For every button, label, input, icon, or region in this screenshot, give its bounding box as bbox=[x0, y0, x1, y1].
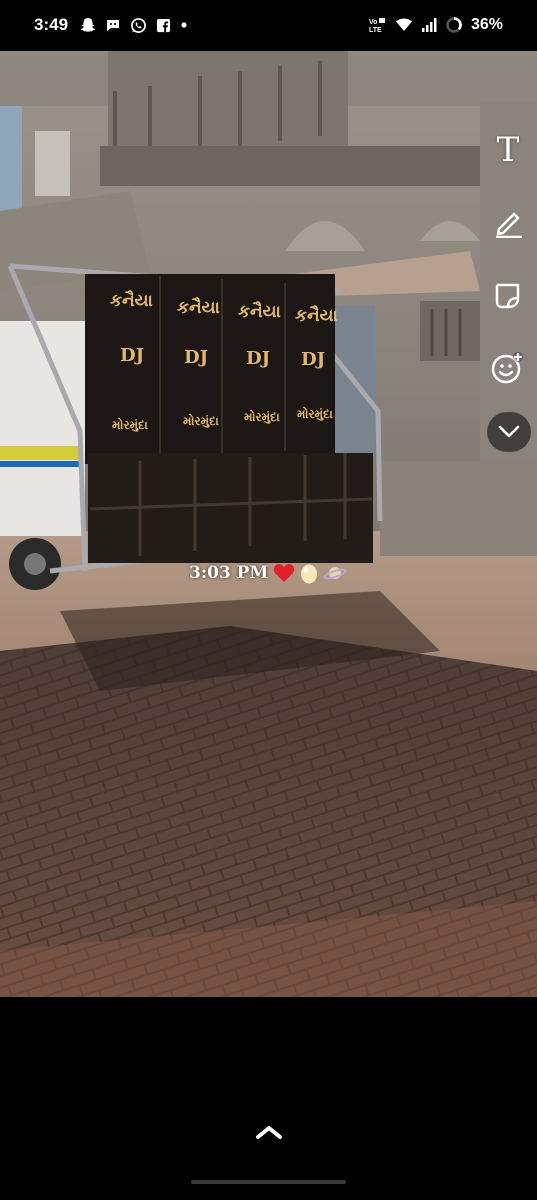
egg-emoji bbox=[300, 562, 318, 584]
facebook-icon bbox=[156, 18, 171, 33]
notification-icons bbox=[80, 17, 188, 34]
chevron-up-icon bbox=[253, 1122, 285, 1142]
photo-scene: કનૈયા કનૈયા કનૈયા કનૈયા DJ DJ DJ DJ મોરમ… bbox=[0, 51, 537, 997]
pencil-icon bbox=[492, 206, 524, 238]
sticker-tool-button[interactable] bbox=[488, 276, 528, 316]
bottom-bar bbox=[0, 997, 537, 1200]
heart-emoji bbox=[273, 563, 295, 583]
speaker-brand-1: કનૈયા bbox=[110, 289, 153, 311]
battery-ring-icon bbox=[445, 16, 463, 34]
whatsapp-icon bbox=[130, 17, 147, 34]
speaker-brand-2: કનૈયા bbox=[177, 296, 220, 318]
chevron-down-icon bbox=[498, 425, 520, 439]
speaker-brand-3: કનૈયા bbox=[238, 300, 281, 322]
story-photo[interactable]: કનૈયા કનૈયા કનૈયા કનૈયા DJ DJ DJ DJ મોરમ… bbox=[0, 51, 537, 997]
chat-icon bbox=[105, 17, 121, 33]
pencil-tool-button[interactable] bbox=[488, 202, 528, 242]
snapchat-icon bbox=[80, 17, 96, 33]
speaker-dj-1: DJ bbox=[120, 345, 144, 366]
planet-emoji bbox=[323, 564, 347, 582]
volte-icon: Vo LTE bbox=[369, 16, 387, 34]
emoji-tool-button[interactable] bbox=[487, 348, 527, 388]
text-tool-icon: T bbox=[496, 130, 520, 170]
text-tool-button[interactable]: T bbox=[488, 130, 528, 170]
speaker-location-1: મોરમુંદા bbox=[112, 417, 148, 433]
more-tools-button[interactable] bbox=[487, 412, 531, 452]
speaker-dj-4: DJ bbox=[301, 349, 325, 370]
battery-percent: 36% bbox=[470, 16, 503, 33]
sticker-icon bbox=[492, 280, 524, 312]
signal-icon bbox=[421, 17, 437, 33]
system-status: Vo LTE 36% bbox=[369, 16, 503, 34]
dot-icon bbox=[180, 21, 188, 29]
speaker-location-2: મોરમુંદા bbox=[183, 413, 219, 429]
time-sticker[interactable]: 3:03 PM bbox=[189, 562, 347, 584]
speaker-dj-2: DJ bbox=[184, 347, 208, 368]
status-time: 3:49 bbox=[34, 15, 69, 34]
svg-text:LTE: LTE bbox=[369, 27, 382, 34]
swipe-up-button[interactable] bbox=[253, 1122, 285, 1142]
speaker-location-3: મોરમુંદા bbox=[244, 409, 280, 425]
svg-text:Vo: Vo bbox=[369, 19, 377, 26]
sticker-time-text: 3:03 PM bbox=[189, 563, 269, 583]
speaker-brand-4: કનૈયા bbox=[295, 304, 338, 326]
home-indicator[interactable] bbox=[191, 1180, 346, 1184]
emoji-plus-icon bbox=[490, 351, 524, 385]
wifi-icon bbox=[395, 17, 413, 33]
status-bar: 3:49 Vo LTE 36% bbox=[0, 0, 537, 50]
speaker-location-4: મોરમુંદા bbox=[297, 406, 333, 422]
speaker-dj-3: DJ bbox=[246, 348, 270, 369]
